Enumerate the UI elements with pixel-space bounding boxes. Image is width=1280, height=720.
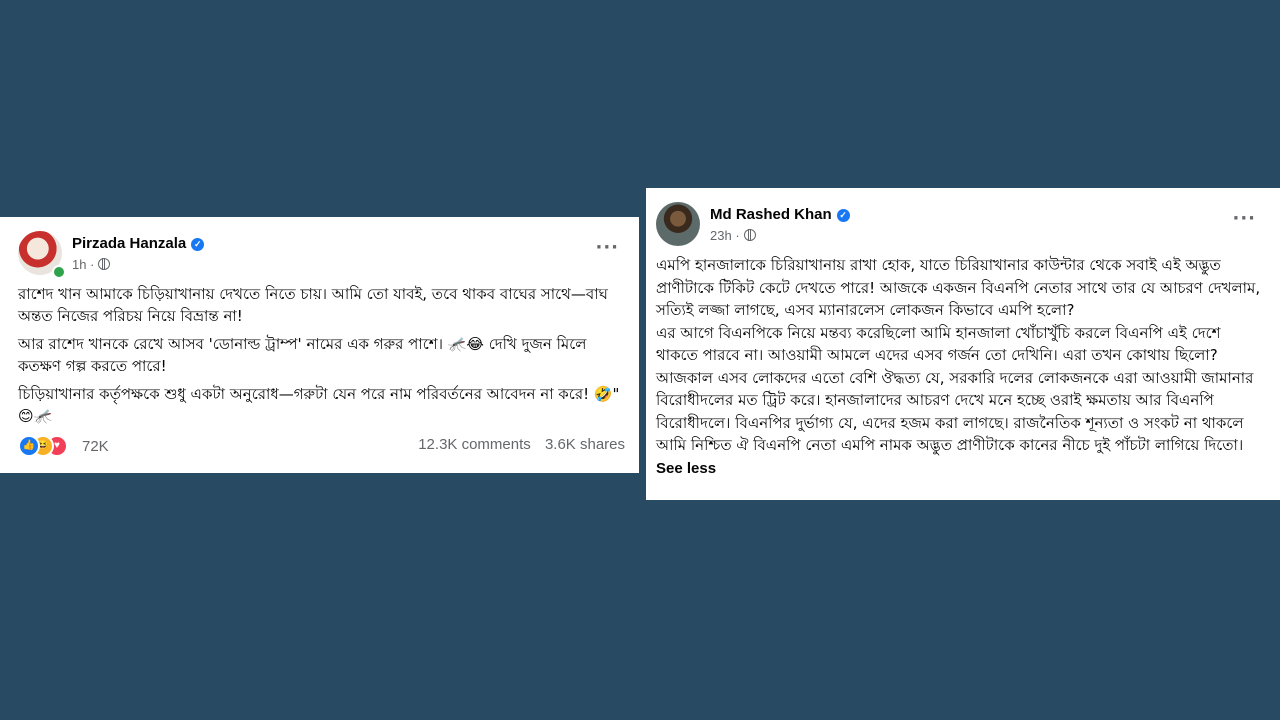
post-body: এমপি হানজালাকে চিরিয়াখানায় রাখা হোক, য… <box>656 254 1262 480</box>
post-card-pirzada-hanzala: Pirzada Hanzala ✓ 1h · ··· রাশেদ খান আমাক… <box>0 217 639 473</box>
post-paragraph: এমপি হানজালাকে চিরিয়াখানায় রাখা হোক, য… <box>656 256 1261 319</box>
post-meta: 1h · <box>72 257 111 272</box>
post-meta: 23h · <box>710 228 756 243</box>
verified-badge-icon: ✓ <box>191 238 205 251</box>
post-body: রাশেদ খান আমাকে চিড়িয়াখানায় দেখতে নিত… <box>18 283 625 427</box>
post-footer: 👍 😆 ♥ 72K 12.3K comments 3.6K shares <box>18 433 625 459</box>
engagement-counts: 12.3K comments 3.6K shares <box>408 436 625 453</box>
author-name[interactable]: Md Rashed Khan ✓ <box>710 206 850 223</box>
verified-badge-icon: ✓ <box>836 209 850 222</box>
globe-icon <box>98 258 111 270</box>
avatar[interactable] <box>656 202 700 246</box>
author-name[interactable]: Pirzada Hanzala ✓ <box>72 235 205 252</box>
like-icon: 👍 <box>18 435 40 457</box>
post-card-md-rashed-khan: Md Rashed Khan ✓ 23h · ··· এমপি হানজালাকে… <box>646 188 1280 500</box>
see-less-link[interactable]: See less <box>656 460 716 477</box>
post-paragraph: এর আগে বিএনপিকে নিয়ে মন্তব্য করেছিলো আম… <box>656 322 1262 481</box>
comments-count[interactable]: 12.3K comments <box>418 436 531 453</box>
globe-icon <box>743 229 756 241</box>
post-paragraph: আর রাশেদ খানকে রেখে আসব 'ডোনাল্ড ট্রাম্প… <box>18 335 587 375</box>
post-paragraph: রাশেদ খান আমাকে চিড়িয়াখানায় দেখতে নিত… <box>18 285 608 325</box>
shares-count[interactable]: 3.6K shares <box>545 436 625 453</box>
post-header: Md Rashed Khan ✓ 23h · ··· <box>656 202 1262 254</box>
author-name-text[interactable]: Pirzada Hanzala <box>72 235 186 252</box>
reaction-count[interactable]: 72K <box>82 438 109 455</box>
more-options-icon[interactable]: ··· <box>1232 208 1256 229</box>
more-options-icon[interactable]: ··· <box>595 237 619 258</box>
post-header: Pirzada Hanzala ✓ 1h · ··· <box>18 231 625 283</box>
author-name-text[interactable]: Md Rashed Khan <box>710 206 832 223</box>
post-paragraph: চিড়িয়াখানার কর্তৃপক্ষকে শুধু একটা অনুর… <box>18 385 620 425</box>
post-time[interactable]: 1h <box>72 257 86 272</box>
post-paragraph-text: এর আগে বিএনপিকে নিয়ে মন্তব্য করেছিলো আম… <box>656 323 1254 455</box>
post-time[interactable]: 23h <box>710 228 732 243</box>
online-status-dot <box>52 265 66 279</box>
